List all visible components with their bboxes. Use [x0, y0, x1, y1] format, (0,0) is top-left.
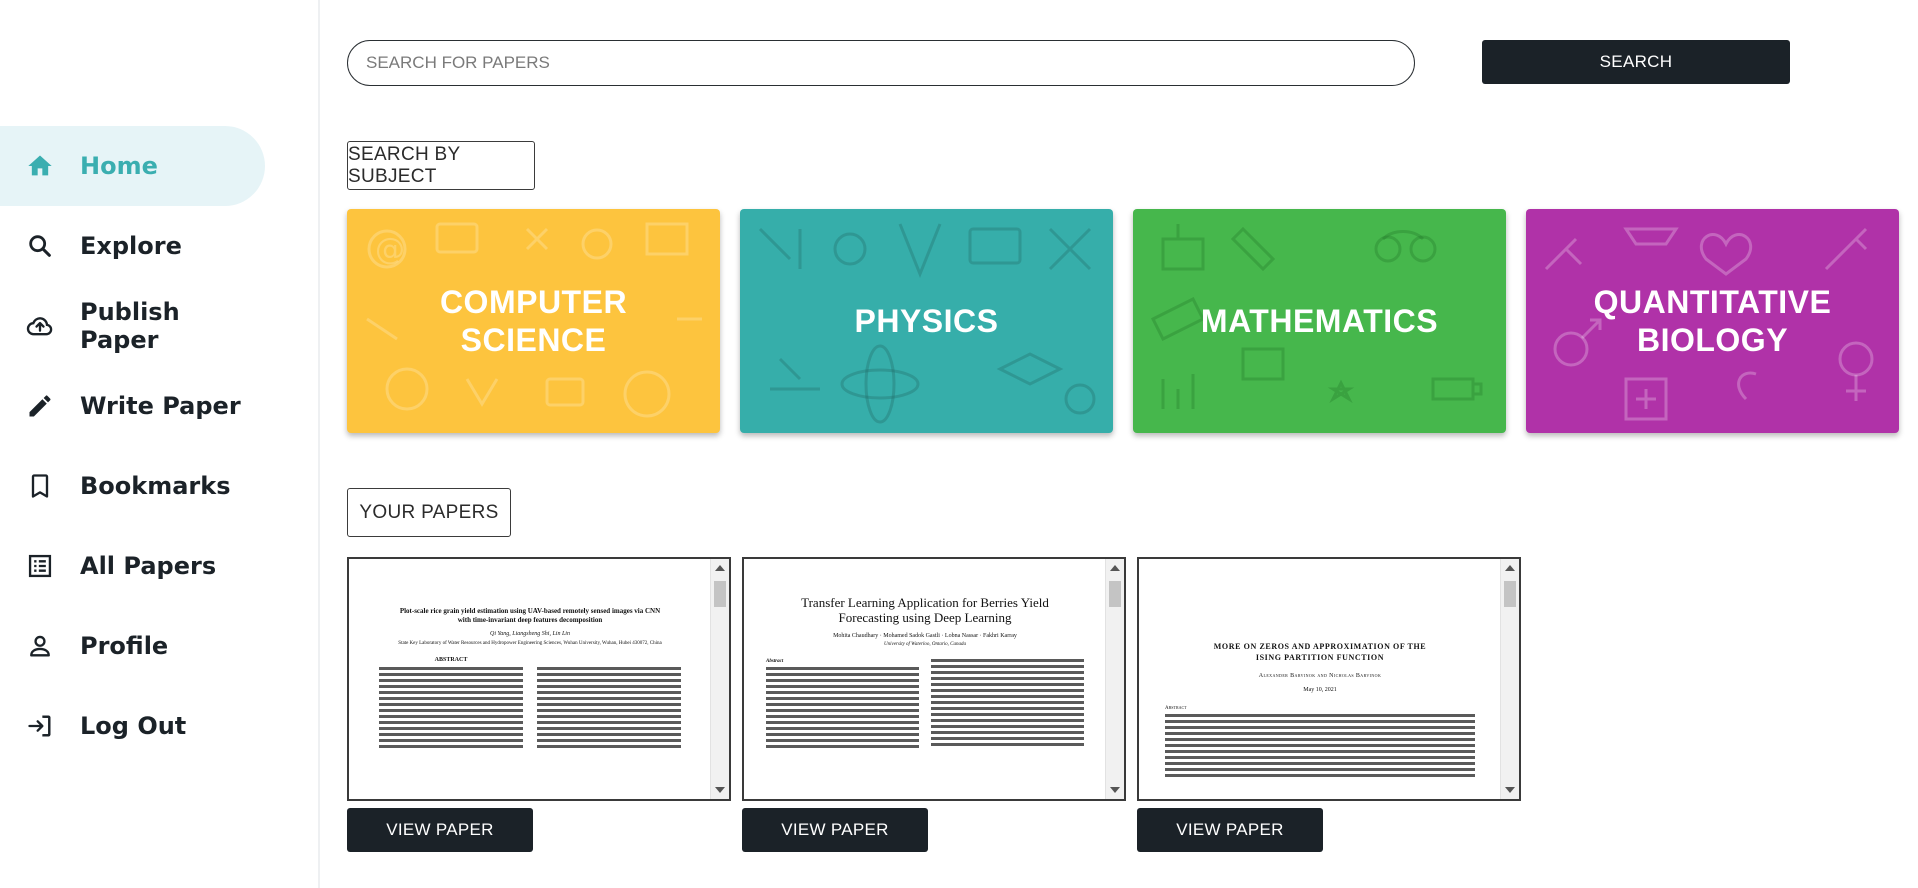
your-papers-label: YOUR PAPERS	[347, 488, 511, 537]
paper-affiliation: State Key Laboratory of Water Resources …	[398, 641, 662, 646]
paper-page: MORE ON ZEROS AND APPROXIMATION OF THE I…	[1139, 559, 1501, 799]
list-icon	[26, 552, 54, 580]
sidebar-item-home[interactable]: Home	[0, 126, 265, 206]
paper-section-heading: Abstract	[766, 659, 784, 664]
search-button[interactable]: SEARCH	[1482, 40, 1790, 84]
sidebar-item-label: Publish Paper	[80, 298, 180, 354]
paper-authors: Alexander Barvinok and Nicholas Barvinok	[1258, 673, 1382, 679]
paper-section-heading: Abstract	[1165, 706, 1187, 711]
paper-scrollbar[interactable]	[710, 559, 729, 799]
svg-text:@: @	[375, 232, 405, 267]
sidebar-item-label: Explore	[80, 232, 182, 260]
subject-card-quantitative-biology[interactable]: QUANTITATIVE BIOLOGY	[1526, 209, 1899, 433]
sidebar-item-label: Home	[80, 152, 158, 180]
sidebar-item-explore[interactable]: Explore	[0, 206, 265, 286]
sidebar-item-label: Profile	[80, 632, 169, 660]
view-paper-button-2[interactable]: VIEW PAPER	[742, 808, 928, 852]
sidebar-item-label: Bookmarks	[80, 472, 231, 500]
sidebar-item-label: Log Out	[80, 712, 187, 740]
paper-preview-1[interactable]: Plot-scale rice grain yield estimation u…	[347, 557, 731, 801]
paper-title: Plot-scale rice grain yield estimation u…	[399, 607, 661, 624]
subject-card-label: PHYSICS	[854, 303, 999, 339]
view-paper-button-1[interactable]: VIEW PAPER	[347, 808, 533, 852]
subject-card-physics[interactable]: PHYSICS	[740, 209, 1113, 433]
paper-authors: Qi Yang, Liangsheng Shi, Lin Lin	[490, 631, 570, 637]
person-icon	[26, 632, 54, 660]
sidebar-item-publish-paper[interactable]: Publish Paper	[0, 286, 265, 366]
sidebar-item-profile[interactable]: Profile	[0, 606, 265, 686]
pencil-icon	[26, 392, 54, 420]
sidebar-item-label: All Papers	[80, 552, 217, 580]
paper-preview-2[interactable]: Transfer Learning Application for Berrie…	[742, 557, 1126, 801]
paper-section-heading: ABSTRACT	[434, 657, 468, 663]
search-icon	[26, 232, 54, 260]
sidebar-item-all-papers[interactable]: All Papers	[0, 526, 265, 606]
search-by-subject-label: SEARCH BY SUBJECT	[347, 141, 535, 190]
subject-card-mathematics[interactable]: MATHEMATICS	[1133, 209, 1506, 433]
paper-page: Plot-scale rice grain yield estimation u…	[349, 559, 711, 799]
home-icon	[26, 152, 54, 180]
cloud-upload-icon	[26, 312, 54, 340]
paper-scrollbar[interactable]	[1105, 559, 1124, 799]
sidebar-item-bookmarks[interactable]: Bookmarks	[0, 446, 265, 526]
sidebar-item-write-paper[interactable]: Write Paper	[0, 366, 265, 446]
subject-card-computer-science[interactable]: @ COMPUTER SCIENCE	[347, 209, 720, 433]
sidebar: Home Explore Publish Paper Write Paper B…	[0, 0, 320, 888]
bookmark-icon	[26, 472, 54, 500]
subject-card-label: MATHEMATICS	[1200, 303, 1439, 339]
paper-title: Transfer Learning Application for Berrie…	[801, 595, 1049, 625]
paper-authors: Mohita Chaudhary · Mohamed Sadok Gastli …	[833, 633, 1017, 639]
paper-title: MORE ON ZEROS AND APPROXIMATION OF THE I…	[1213, 642, 1427, 662]
paper-scrollbar[interactable]	[1500, 559, 1519, 799]
paper-preview-3[interactable]: MORE ON ZEROS AND APPROXIMATION OF THE I…	[1137, 557, 1521, 801]
paper-date: May 10, 2021	[1303, 687, 1337, 693]
logout-icon	[26, 712, 54, 740]
search-input[interactable]	[347, 40, 1415, 86]
sidebar-item-label: Write Paper	[80, 392, 241, 420]
paper-affiliation: University of Waterloo, Ontario, Canada	[883, 642, 967, 647]
sidebar-item-log-out[interactable]: Log Out	[0, 686, 265, 766]
subject-card-label: COMPUTER SCIENCE	[439, 284, 628, 358]
view-paper-button-3[interactable]: VIEW PAPER	[1137, 808, 1323, 852]
subject-card-label: QUANTITATIVE BIOLOGY	[1593, 284, 1832, 358]
paper-page: Transfer Learning Application for Berrie…	[744, 559, 1106, 799]
